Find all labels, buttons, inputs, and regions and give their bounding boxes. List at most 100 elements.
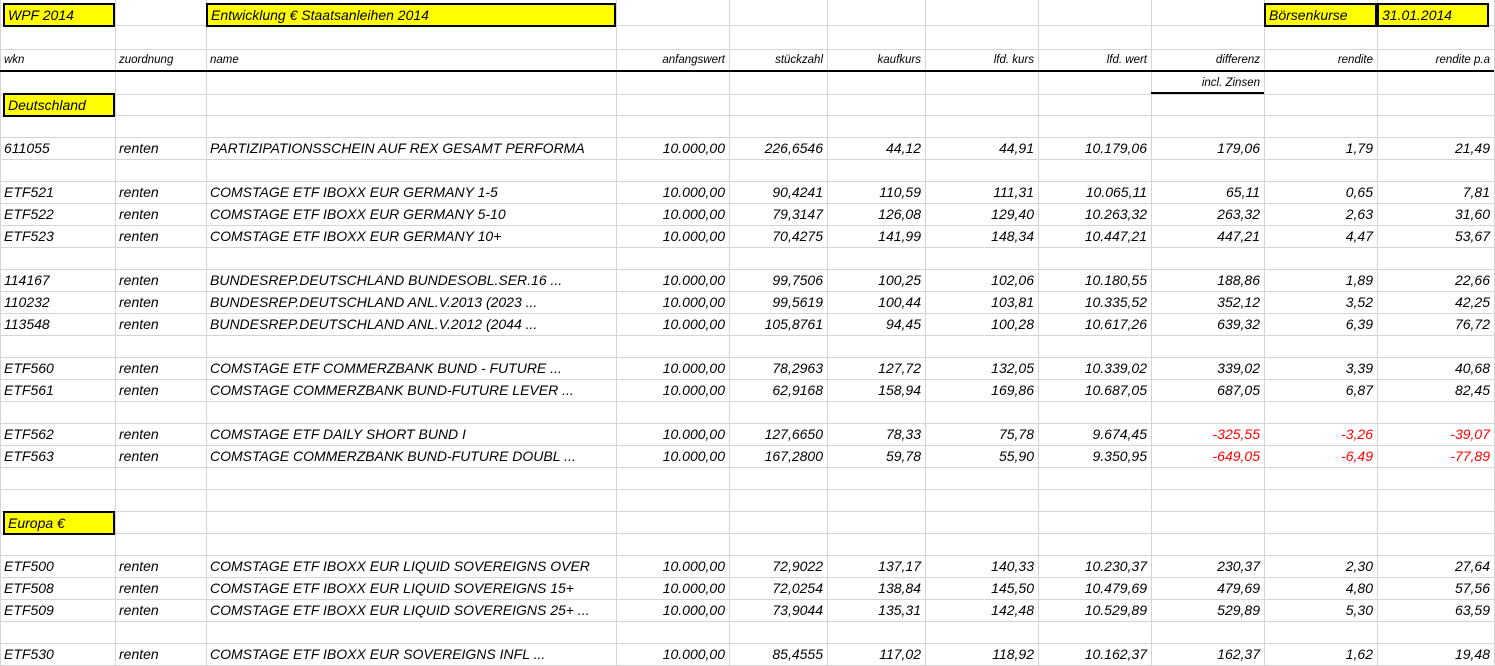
cell-rendite[interactable]: 1,89: [1264, 270, 1377, 291]
cell-anfangswert[interactable]: 10.000,00: [616, 270, 729, 291]
cell-rendite[interactable]: 1,62: [1264, 644, 1377, 665]
cell-lfd-wert[interactable]: 10.447,21: [1038, 226, 1151, 247]
cell-differenz[interactable]: 230,37: [1151, 556, 1264, 577]
cell-rendite-pa[interactable]: 22,66: [1377, 270, 1494, 291]
col-header-lfd-kurs[interactable]: lfd. kurs: [925, 50, 1038, 72]
cell-wkn[interactable]: ETF563: [0, 446, 115, 467]
cell-kaufkurs[interactable]: 94,45: [827, 314, 925, 335]
cell-name[interactable]: COMSTAGE ETF IBOXX EUR SOVEREIGNS INFL .…: [206, 644, 616, 665]
cell-kaufkurs[interactable]: 59,78: [827, 446, 925, 467]
cell-rendite-pa[interactable]: 7,81: [1377, 182, 1494, 203]
cell-zuordnung[interactable]: renten: [115, 578, 206, 599]
cell-lfd-kurs[interactable]: 129,40: [925, 204, 1038, 225]
cell-lfd-wert[interactable]: 10.335,52: [1038, 292, 1151, 313]
col-header-rendite[interactable]: rendite: [1264, 50, 1377, 72]
cell-anfangswert[interactable]: 10.000,00: [616, 424, 729, 445]
cell-lfd-kurs[interactable]: 142,48: [925, 600, 1038, 621]
cell-wkn[interactable]: 611055: [0, 138, 115, 159]
cell-lfd-kurs[interactable]: 132,05: [925, 358, 1038, 379]
cell-lfd-wert[interactable]: 9.674,45: [1038, 424, 1151, 445]
cell-stueckzahl[interactable]: 62,9168: [729, 380, 827, 401]
cell-kaufkurs[interactable]: 127,72: [827, 358, 925, 379]
cell-name[interactable]: BUNDESREP.DEUTSCHLAND ANL.V.2012 (2044 .…: [206, 314, 616, 335]
cell-wkn[interactable]: ETF500: [0, 556, 115, 577]
cell-kaufkurs[interactable]: 110,59: [827, 182, 925, 203]
cell-differenz[interactable]: 65,11: [1151, 182, 1264, 203]
cell-name[interactable]: COMSTAGE COMMERZBANK BUND-FUTURE DOUBL .…: [206, 446, 616, 467]
cell-wkn[interactable]: ETF508: [0, 578, 115, 599]
cell-anfangswert[interactable]: 10.000,00: [616, 138, 729, 159]
cell-lfd-kurs[interactable]: 118,92: [925, 644, 1038, 665]
cell-rendite[interactable]: 0,65: [1264, 182, 1377, 203]
cell-lfd-kurs[interactable]: 55,90: [925, 446, 1038, 467]
cell-lfd-wert[interactable]: 10.230,37: [1038, 556, 1151, 577]
cell-anfangswert[interactable]: 10.000,00: [616, 182, 729, 203]
cell-kaufkurs[interactable]: 78,33: [827, 424, 925, 445]
cell-rendite[interactable]: -6,49: [1264, 446, 1377, 467]
cell-stueckzahl[interactable]: 99,5619: [729, 292, 827, 313]
col-header-rendite-pa[interactable]: rendite p.a: [1377, 50, 1494, 72]
cell-lfd-wert[interactable]: 9.350,95: [1038, 446, 1151, 467]
cell-wkn[interactable]: ETF523: [0, 226, 115, 247]
cell-zuordnung[interactable]: renten: [115, 600, 206, 621]
cell-stueckzahl[interactable]: 226,6546: [729, 138, 827, 159]
cell-rendite[interactable]: 1,79: [1264, 138, 1377, 159]
cell-wkn[interactable]: 114167: [0, 270, 115, 291]
cell-kaufkurs[interactable]: 117,02: [827, 644, 925, 665]
cell-differenz[interactable]: 162,37: [1151, 644, 1264, 665]
cell-differenz[interactable]: -649,05: [1151, 446, 1264, 467]
cell-anfangswert[interactable]: 10.000,00: [616, 226, 729, 247]
cell-zuordnung[interactable]: renten: [115, 424, 206, 445]
cell-differenz[interactable]: 529,89: [1151, 600, 1264, 621]
cell-name[interactable]: COMSTAGE ETF IBOXX EUR LIQUID SOVEREIGNS…: [206, 600, 616, 621]
cell-lfd-kurs[interactable]: 169,86: [925, 380, 1038, 401]
cell-anfangswert[interactable]: 10.000,00: [616, 556, 729, 577]
col-header-stueckzahl[interactable]: stückzahl: [729, 50, 827, 72]
cell-lfd-wert[interactable]: 10.180,55: [1038, 270, 1151, 291]
cell-stueckzahl[interactable]: 105,8761: [729, 314, 827, 335]
cell-zuordnung[interactable]: renten: [115, 204, 206, 225]
cell-differenz[interactable]: 687,05: [1151, 380, 1264, 401]
cell-stueckzahl[interactable]: 99,7506: [729, 270, 827, 291]
cell-kaufkurs[interactable]: 158,94: [827, 380, 925, 401]
cell-stueckzahl[interactable]: 72,0254: [729, 578, 827, 599]
cell-stueckzahl[interactable]: 90,4241: [729, 182, 827, 203]
cell-stueckzahl[interactable]: 78,2963: [729, 358, 827, 379]
cell-name[interactable]: COMSTAGE ETF IBOXX EUR LIQUID SOVEREIGNS…: [206, 556, 616, 577]
cell-anfangswert[interactable]: 10.000,00: [616, 600, 729, 621]
cell-rendite-pa[interactable]: 53,67: [1377, 226, 1494, 247]
cell-lfd-wert[interactable]: 10.162,37: [1038, 644, 1151, 665]
cell-anfangswert[interactable]: 10.000,00: [616, 578, 729, 599]
cell-differenz[interactable]: 639,32: [1151, 314, 1264, 335]
section-label-europa[interactable]: Europa €: [3, 511, 115, 535]
cell-rendite-pa[interactable]: 42,25: [1377, 292, 1494, 313]
cell-wkn[interactable]: 110232: [0, 292, 115, 313]
cell-wkn[interactable]: ETF560: [0, 358, 115, 379]
cell-zuordnung[interactable]: renten: [115, 182, 206, 203]
cell-rendite-pa[interactable]: 21,49: [1377, 138, 1494, 159]
cell-kaufkurs[interactable]: 138,84: [827, 578, 925, 599]
cell-anfangswert[interactable]: 10.000,00: [616, 358, 729, 379]
cell-differenz[interactable]: -325,55: [1151, 424, 1264, 445]
cell-wkn[interactable]: ETF561: [0, 380, 115, 401]
cell-rendite-pa[interactable]: 63,59: [1377, 600, 1494, 621]
cell-kaufkurs[interactable]: 100,44: [827, 292, 925, 313]
cell-kaufkurs[interactable]: 137,17: [827, 556, 925, 577]
cell-rendite[interactable]: -3,26: [1264, 424, 1377, 445]
cell-zuordnung[interactable]: renten: [115, 314, 206, 335]
cell-lfd-wert[interactable]: 10.687,05: [1038, 380, 1151, 401]
cell-name[interactable]: BUNDESREP.DEUTSCHLAND BUNDESOBL.SER.16 .…: [206, 270, 616, 291]
cell-rendite-pa[interactable]: 40,68: [1377, 358, 1494, 379]
cell-rendite[interactable]: 3,39: [1264, 358, 1377, 379]
cell-differenz[interactable]: 352,12: [1151, 292, 1264, 313]
cell-name[interactable]: COMSTAGE ETF IBOXX EUR GERMANY 5-10: [206, 204, 616, 225]
cell-lfd-kurs[interactable]: 140,33: [925, 556, 1038, 577]
cell-zuordnung[interactable]: renten: [115, 138, 206, 159]
cell-wkn[interactable]: ETF522: [0, 204, 115, 225]
cell-zuordnung[interactable]: renten: [115, 446, 206, 467]
cell-anfangswert[interactable]: 10.000,00: [616, 204, 729, 225]
cell-rendite-pa[interactable]: -77,89: [1377, 446, 1494, 467]
cell-rendite-pa[interactable]: 19,48: [1377, 644, 1494, 665]
cell-name[interactable]: PARTIZIPATIONSSCHEIN AUF REX GESAMT PERF…: [206, 138, 616, 159]
cell-lfd-kurs[interactable]: 75,78: [925, 424, 1038, 445]
